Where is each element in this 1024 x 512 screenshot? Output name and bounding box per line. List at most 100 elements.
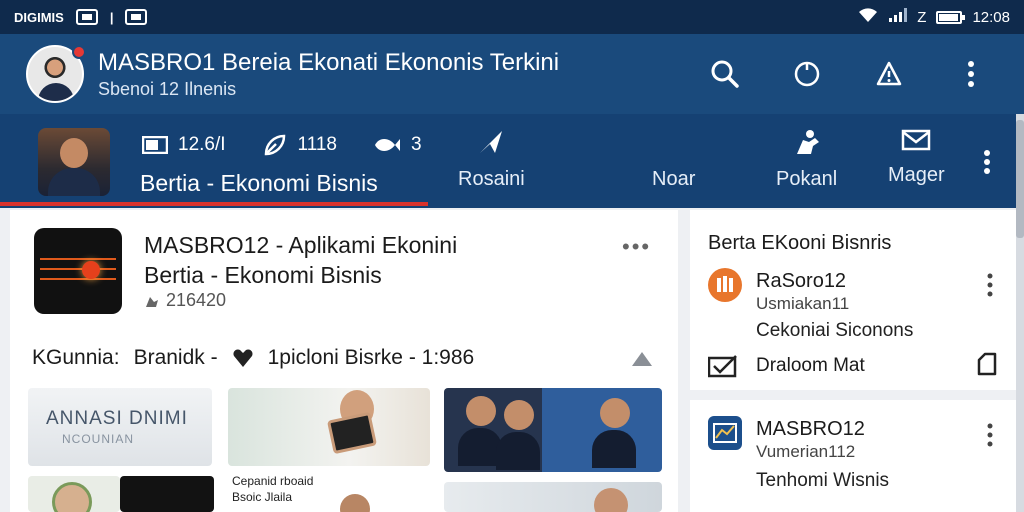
channel-tab-bar: 12.6/I 1118 3 Bertia - Ekonomi Bisnis Ro…: [0, 114, 1016, 208]
media-tile[interactable]: [120, 476, 214, 512]
tile-person: [466, 396, 496, 426]
post-card: MASBRO12 - Aplikami Ekonini Bertia - Eko…: [10, 210, 678, 512]
search-button[interactable]: [708, 57, 742, 91]
tile-caption: Cepanid rboaid: [232, 474, 314, 488]
tile-person-body: [496, 432, 540, 470]
post-title[interactable]: MASBRO12 - Aplikami Ekonini: [144, 232, 457, 259]
scrollbar-thumb[interactable]: [1016, 120, 1024, 238]
media-tile[interactable]: [228, 388, 430, 466]
tile-person: [340, 494, 370, 512]
channel-name[interactable]: RaSoro12: [756, 270, 846, 293]
views-icon: [146, 296, 158, 307]
image-icon: [142, 136, 168, 154]
media-tile[interactable]: [444, 388, 662, 472]
battery-icon: [936, 10, 966, 24]
channel-logo[interactable]: [708, 268, 742, 302]
building-icon: [717, 276, 733, 292]
person-icon: [796, 130, 819, 154]
tile-person: [594, 488, 628, 512]
channel-name[interactable]: MASBRO12: [756, 418, 865, 441]
side-card: Berta EKooni Bisnris RaSoro12 Usmiakan11…: [690, 210, 1016, 390]
profile-avatar[interactable]: [26, 45, 86, 103]
tile-headline: ANNASI DNIMI: [46, 408, 188, 429]
app-subtitle: Sbenoi 12 Ilnenis: [98, 78, 237, 99]
tab-pokanl[interactable]: Pokanl: [776, 128, 837, 191]
logo-stripe: [40, 268, 116, 270]
mail-icon: [902, 129, 931, 151]
post-views: 216420: [144, 290, 226, 311]
logo-stripe: [40, 278, 116, 280]
stat-shares: 3: [373, 134, 422, 156]
tab-pokanl-label: Pokanl: [776, 168, 838, 190]
signal-glyph: Z: [917, 8, 927, 26]
save-label: Draloom Mat: [756, 355, 865, 376]
post-views-value: 216420: [166, 290, 227, 310]
channel-logo[interactable]: [708, 416, 742, 450]
logo-sun: [82, 261, 100, 279]
media-tile[interactable]: [444, 482, 662, 512]
post-subtitle: Bertia - Ekonomi Bisnis: [144, 262, 382, 288]
tab-mager-label: Mager: [888, 164, 945, 186]
stat-shares-value: 3: [411, 134, 422, 155]
channel-thumbnail[interactable]: [38, 128, 110, 196]
tile-caption: Bsoic Jlaila: [232, 490, 293, 504]
channel-more-button[interactable]: [982, 270, 998, 300]
bookmark-icon: [977, 352, 997, 376]
channel-more-button[interactable]: [982, 420, 998, 450]
share-icon: [632, 352, 652, 366]
group-value[interactable]: Branidk -: [134, 346, 218, 370]
side-card: MASBRO12 Vumerian112 Tenhomi Wisnis: [690, 400, 1016, 512]
tile-portrait: [52, 482, 92, 512]
bookmark-button[interactable]: [976, 352, 998, 381]
wifi-icon: [857, 7, 879, 27]
stat-images-value: 12.6/I: [178, 134, 226, 155]
tile-person: [504, 400, 534, 430]
tab-rosaini[interactable]: Rosaini: [458, 128, 525, 191]
media-tile[interactable]: Cepanid rboaid Bsoic Jlaila: [228, 470, 430, 512]
app-title: MASBRO1 Bereia Ekonati Ekononis Terkini: [98, 48, 560, 76]
carrier-label: DIGIMIS: [14, 9, 64, 25]
heart-icon: [233, 349, 253, 367]
channel-description: Cekoniai Siconons: [756, 320, 914, 341]
stat-likes: 1118: [262, 132, 337, 158]
group-label: KGunnia:: [32, 346, 120, 369]
save-row[interactable]: Draloom Mat: [708, 354, 865, 378]
tab-more-button[interactable]: [972, 142, 1002, 182]
alert-button[interactable]: [872, 57, 906, 91]
separator-icon: |: [109, 9, 114, 25]
media-tile[interactable]: ANNASI DNIMI NCOUNIAN: [28, 388, 212, 466]
share-button[interactable]: [630, 348, 654, 373]
post-app-logo[interactable]: [34, 228, 122, 314]
channel-stats: 12.6/I 1118 3: [142, 132, 422, 158]
search-icon: [711, 60, 739, 88]
tile-person: [600, 398, 630, 428]
refresh-button[interactable]: [790, 57, 824, 91]
tile-caption: NCOUNIAN: [62, 432, 135, 446]
tab-noar[interactable]: Noar: [652, 128, 695, 191]
side-card-title: Berta EKooni Bisnris: [708, 232, 892, 254]
notification-icon: [75, 9, 98, 25]
tab-rosaini-label: Rosaini: [458, 168, 525, 190]
app-bar: MASBRO1 Bereia Ekonati Ekononis Terkini …: [0, 34, 1024, 114]
status-bar: DIGIMIS | Z 12:08: [0, 0, 1024, 34]
tab-mager[interactable]: Mager: [888, 128, 945, 187]
active-tab-indicator: [0, 202, 428, 206]
logo-stripe: [40, 258, 116, 260]
kebab-menu-icon: [987, 273, 993, 297]
kebab-menu-icon: [968, 61, 974, 87]
post-group-row: KGunnia: Branidk - 1picloni Bisrke - 1:9…: [32, 346, 474, 370]
alert-icon: [876, 61, 902, 86]
tile-phone: [326, 411, 378, 455]
battery-fill: [939, 13, 959, 21]
like-icon: [264, 134, 285, 156]
image-notification-icon: [125, 9, 148, 25]
signal-icon: [889, 8, 908, 26]
post-more-button[interactable]: •••: [622, 234, 651, 260]
more-options-button[interactable]: [954, 57, 988, 91]
channel-meta: Vumerian112: [756, 442, 856, 461]
channel-meta: Usmiakan11: [756, 294, 850, 313]
notification-badge: [72, 45, 86, 59]
media-tile[interactable]: [28, 476, 120, 512]
stat-likes-value: 1118: [297, 134, 337, 155]
tab-active-label[interactable]: Bertia - Ekonomi Bisnis: [140, 170, 378, 197]
